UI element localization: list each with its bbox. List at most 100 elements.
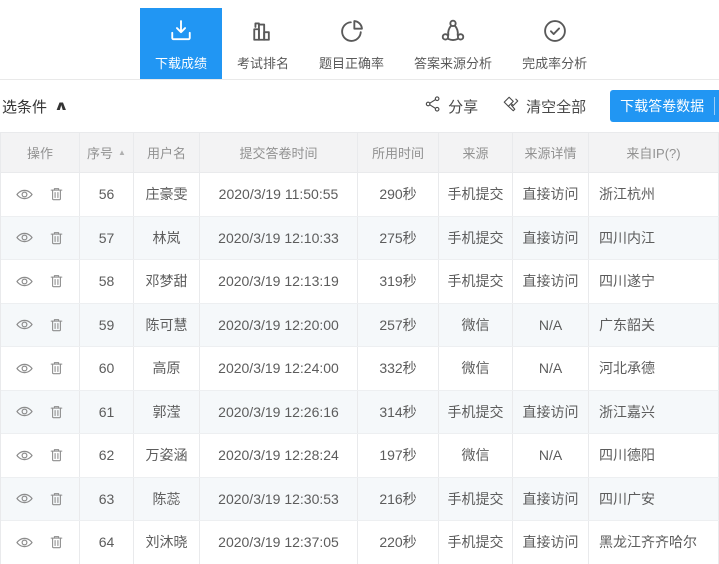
source-cell: 微信 <box>439 434 513 477</box>
serial-number-cell: 59 <box>80 304 134 347</box>
source-cell: 微信 <box>439 347 513 390</box>
delete-trash-icon[interactable] <box>48 359 65 377</box>
operation-cell <box>1 173 80 216</box>
operation-cell <box>1 304 80 347</box>
view-eye-icon[interactable] <box>15 489 34 508</box>
duration-cell: 220秒 <box>358 521 439 564</box>
serial-number-cell: 63 <box>80 478 134 521</box>
tab-completion-rate-analysis[interactable]: 完成率分析 <box>507 8 602 79</box>
view-eye-icon[interactable] <box>15 533 34 552</box>
tab-label: 考试排名 <box>237 53 289 72</box>
duration-cell: 314秒 <box>358 391 439 434</box>
clear-all-button[interactable]: 清空全部 <box>502 95 586 117</box>
ranking-icon <box>248 16 278 46</box>
operation-cell <box>1 434 80 477</box>
source-detail-cell: N/A <box>513 347 589 390</box>
tab-exam-ranking[interactable]: 考试排名 <box>222 8 304 79</box>
view-eye-icon[interactable] <box>15 315 34 334</box>
header-serial-number[interactable]: 序号 ▲ <box>80 133 134 172</box>
share-button[interactable]: 分享 <box>424 95 478 117</box>
button-divider <box>714 97 715 115</box>
duration-cell: 275秒 <box>358 217 439 260</box>
ip-cell: 四川遂宁 <box>589 260 719 303</box>
delete-trash-icon[interactable] <box>48 446 65 464</box>
table-body: 56 庄豪雯 2020/3/19 11:50:55 290秒 手机提交 直接访问… <box>1 173 719 564</box>
share-label: 分享 <box>448 96 478 117</box>
results-table: 操作 序号 ▲ 用户名 提交答卷时间 所用时间 来源 来源详情 来自IP(?) … <box>0 132 719 564</box>
action-group: 分享 清空全部 下载答卷数据 ▼ <box>424 90 719 122</box>
serial-number-cell: 57 <box>80 217 134 260</box>
source-cell: 手机提交 <box>439 260 513 303</box>
view-eye-icon[interactable] <box>15 402 34 421</box>
table-row: 61 郭滢 2020/3/19 12:26:16 314秒 手机提交 直接访问 … <box>1 391 719 435</box>
delete-trash-icon[interactable] <box>48 533 65 551</box>
username-cell: 刘沐晓 <box>134 521 200 564</box>
submit-time-cell: 2020/3/19 12:13:19 <box>200 260 358 303</box>
header-operation: 操作 <box>1 133 80 172</box>
table-row: 60 高原 2020/3/19 12:24:00 332秒 微信 N/A 河北承… <box>1 347 719 391</box>
tab-question-accuracy[interactable]: 题目正确率 <box>304 8 399 79</box>
source-detail-cell: 直接访问 <box>513 391 589 434</box>
username-cell: 郭滢 <box>134 391 200 434</box>
view-eye-icon[interactable] <box>15 446 34 465</box>
source-cell: 手机提交 <box>439 478 513 521</box>
operation-cell <box>1 391 80 434</box>
top-tab-bar: 下载成绩 考试排名 题目正确率 答案来源分析 完成率分析 <box>0 0 719 80</box>
view-eye-icon[interactable] <box>15 359 34 378</box>
tab-label: 完成率分析 <box>522 53 587 72</box>
duration-cell: 332秒 <box>358 347 439 390</box>
ip-cell: 浙江杭州 <box>589 173 719 216</box>
source-detail-cell: 直接访问 <box>513 521 589 564</box>
username-cell: 邓梦甜 <box>134 260 200 303</box>
duration-cell: 197秒 <box>358 434 439 477</box>
delete-trash-icon[interactable] <box>48 229 65 247</box>
operation-cell <box>1 217 80 260</box>
username-cell: 高原 <box>134 347 200 390</box>
serial-number-cell: 58 <box>80 260 134 303</box>
header-source-detail: 来源详情 <box>513 133 589 172</box>
duration-cell: 290秒 <box>358 173 439 216</box>
operation-cell <box>1 347 80 390</box>
view-eye-icon[interactable] <box>15 272 34 291</box>
source-cell: 手机提交 <box>439 217 513 260</box>
duration-cell: 257秒 <box>358 304 439 347</box>
submit-time-cell: 2020/3/19 12:26:16 <box>200 391 358 434</box>
download-answer-data-button[interactable]: 下载答卷数据 ▼ <box>610 90 719 122</box>
header-duration: 所用时间 <box>358 133 439 172</box>
header-username: 用户名 <box>134 133 200 172</box>
filter-action-bar: 选条件 ∧ 分享 清空全部 下载答卷数据 ▼ <box>0 80 719 132</box>
sort-asc-icon[interactable]: ▲ <box>118 148 126 157</box>
download-icon <box>166 16 196 46</box>
ip-cell: 四川广安 <box>589 478 719 521</box>
delete-trash-icon[interactable] <box>48 403 65 421</box>
table-row: 56 庄豪雯 2020/3/19 11:50:55 290秒 手机提交 直接访问… <box>1 173 719 217</box>
tab-answer-source-analysis[interactable]: 答案来源分析 <box>399 8 507 79</box>
delete-trash-icon[interactable] <box>48 272 65 290</box>
table-row: 62 万姿涵 2020/3/19 12:28:24 197秒 微信 N/A 四川… <box>1 434 719 478</box>
delete-trash-icon[interactable] <box>48 185 65 203</box>
delete-trash-icon[interactable] <box>48 316 65 334</box>
serial-number-cell: 62 <box>80 434 134 477</box>
source-cell: 手机提交 <box>439 521 513 564</box>
chevron-up-icon: ∧ <box>54 98 69 114</box>
submit-time-cell: 2020/3/19 12:30:53 <box>200 478 358 521</box>
username-cell: 万姿涵 <box>134 434 200 477</box>
tab-download-scores[interactable]: 下载成绩 <box>140 8 222 79</box>
view-eye-icon[interactable] <box>15 228 34 247</box>
filter-conditions-toggle[interactable]: 选条件 ∧ <box>2 96 67 117</box>
serial-number-cell: 60 <box>80 347 134 390</box>
delete-trash-icon[interactable] <box>48 490 65 508</box>
tab-label: 题目正确率 <box>319 53 384 72</box>
table-row: 57 林岚 2020/3/19 12:10:33 275秒 手机提交 直接访问 … <box>1 217 719 261</box>
ip-cell: 河北承德 <box>589 347 719 390</box>
submit-time-cell: 2020/3/19 12:10:33 <box>200 217 358 260</box>
table-row: 63 陈蕊 2020/3/19 12:30:53 216秒 手机提交 直接访问 … <box>1 478 719 522</box>
view-eye-icon[interactable] <box>15 185 34 204</box>
duration-cell: 216秒 <box>358 478 439 521</box>
source-network-icon <box>438 16 468 46</box>
header-submit-time: 提交答卷时间 <box>200 133 358 172</box>
table-row: 58 邓梦甜 2020/3/19 12:13:19 319秒 手机提交 直接访问… <box>1 260 719 304</box>
operation-cell <box>1 521 80 564</box>
filter-conditions-label: 选条件 <box>2 96 47 117</box>
header-serial-number-label: 序号 <box>87 143 113 162</box>
